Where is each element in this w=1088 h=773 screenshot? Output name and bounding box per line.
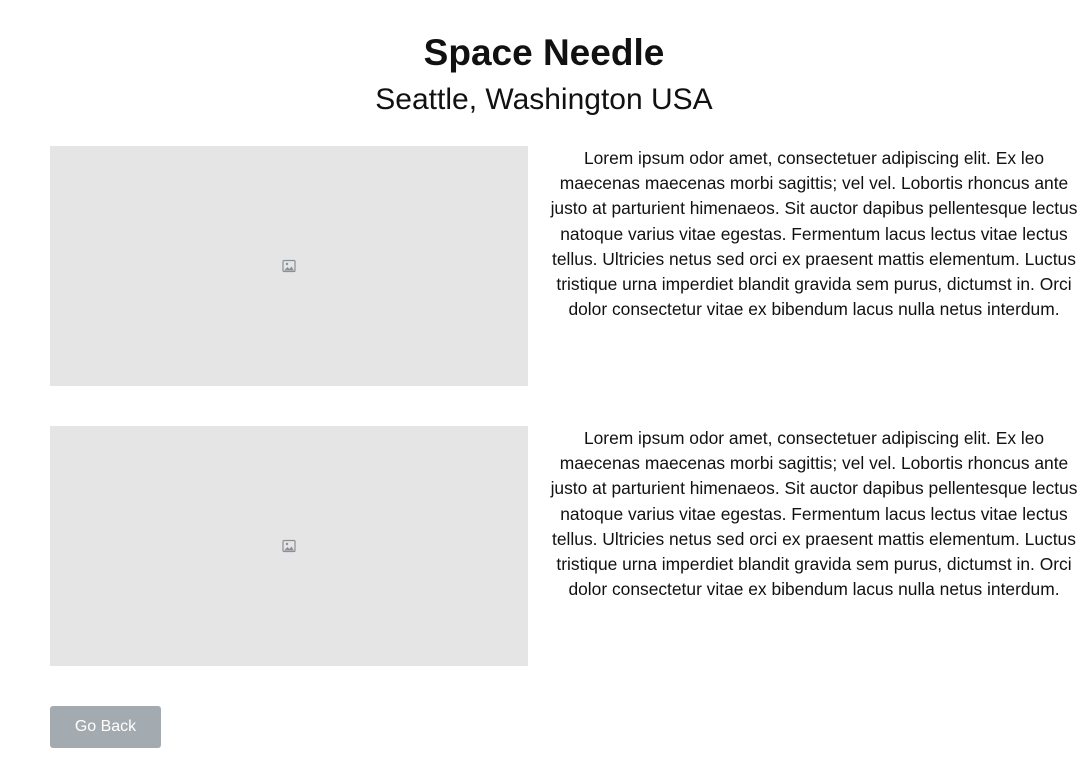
image-icon xyxy=(282,259,296,273)
page-subtitle: Seattle, Washington USA xyxy=(375,83,713,116)
image-placeholder xyxy=(50,426,528,666)
image-placeholder xyxy=(50,146,528,386)
section-text: Lorem ipsum odor amet, consectetuer adip… xyxy=(550,148,1078,320)
page-title: Space Needle xyxy=(423,32,665,73)
section-text: Lorem ipsum odor amet, consectetuer adip… xyxy=(550,428,1078,600)
image-icon xyxy=(282,539,296,553)
content-section: Lorem ipsum odor amet, consectetuer adip… xyxy=(50,146,1088,386)
page: Space Needle Seattle, Washington USA Lor… xyxy=(0,0,1088,773)
go-back-button[interactable]: Go Back xyxy=(50,706,161,748)
content-section: Lorem ipsum odor amet, consectetuer adip… xyxy=(50,426,1088,666)
